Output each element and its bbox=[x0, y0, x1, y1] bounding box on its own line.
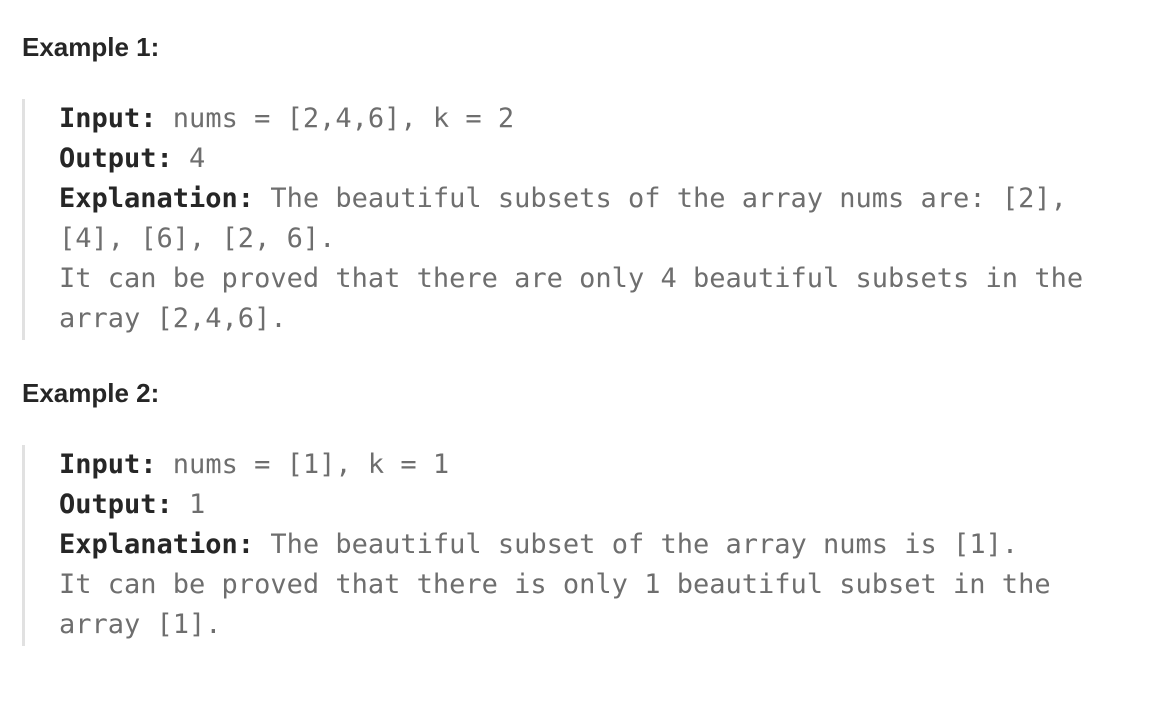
example-2-output-label: Output: bbox=[59, 489, 173, 520]
example-1-block: Input: nums = [2,4,6], k = 2 Output: 4 E… bbox=[22, 99, 1145, 340]
problem-examples: Example 1: Input: nums = [2,4,6], k = 2 … bbox=[0, 0, 1152, 716]
example-1-explanation-text: The beautiful subsets of the array nums … bbox=[254, 183, 1067, 214]
example-2-title: Example 2: bbox=[22, 378, 160, 408]
example-1-explanation-label: Explanation: bbox=[59, 183, 255, 214]
example-1-output-value: 4 bbox=[172, 143, 206, 174]
example-1-output-line: Output: 4 bbox=[59, 139, 205, 179]
example-1-input-value: nums = [2,4,6], k = 2 bbox=[156, 103, 515, 134]
example-2-input-line: Input: nums = [1], k = 1 bbox=[59, 445, 449, 485]
example-1-input-label: Input: bbox=[59, 103, 157, 134]
example-1-explanation-continuation: [4], [6], [2, 6]. bbox=[59, 223, 336, 254]
example-1-output-label: Output: bbox=[59, 143, 173, 174]
example-1-explanation-line: Explanation: The beautiful subsets of th… bbox=[59, 179, 1067, 219]
example-2-output-line: Output: 1 bbox=[59, 485, 205, 525]
example-2-output-value: 1 bbox=[172, 489, 206, 520]
example-2-block: Input: nums = [1], k = 1 Output: 1 Expla… bbox=[22, 445, 1145, 646]
example-1-input-line: Input: nums = [2,4,6], k = 2 bbox=[59, 99, 514, 139]
example-2-explanation-text: The beautiful subset of the array nums i… bbox=[254, 529, 1019, 560]
example-2-explanation-line: Explanation: The beautiful subset of the… bbox=[59, 525, 1018, 565]
example-2-input-value: nums = [1], k = 1 bbox=[156, 449, 450, 480]
example-2-explanation-continuation: It can be proved that there is only 1 be… bbox=[59, 569, 1051, 600]
example-1-explanation-continuation: It can be proved that there are only 4 b… bbox=[59, 263, 1084, 294]
example-1-explanation-continuation: array [2,4,6]. bbox=[59, 303, 287, 334]
example-2-explanation-label: Explanation: bbox=[59, 529, 255, 560]
example-1-title: Example 1: bbox=[22, 32, 160, 62]
example-2-input-label: Input: bbox=[59, 449, 157, 480]
example-2-explanation-continuation: array [1]. bbox=[59, 609, 222, 640]
